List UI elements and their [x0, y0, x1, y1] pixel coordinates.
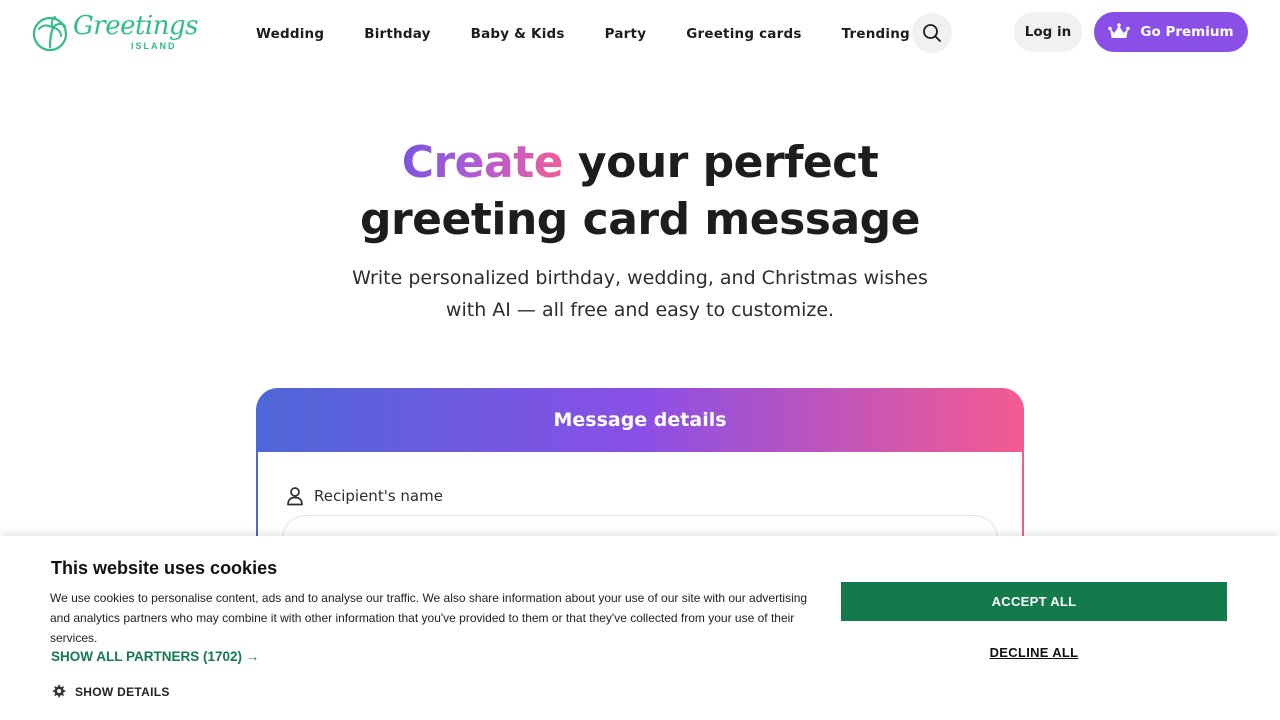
recipient-name-label: Recipient's name	[286, 486, 443, 506]
show-all-partners-link[interactable]: SHOW ALL PARTNERS (1702) →	[51, 649, 259, 664]
nav-item-wedding[interactable]: Wedding	[236, 26, 344, 42]
hero-title-line1-rest: your perfect	[563, 137, 879, 188]
show-details-label: SHOW DETAILS	[75, 684, 170, 699]
decline-all-button[interactable]: DECLINE ALL	[841, 640, 1227, 664]
person-icon	[287, 487, 303, 506]
search-button[interactable]	[912, 13, 952, 53]
greetings-island-logo[interactable]: Greetings ISLAND	[31, 11, 198, 54]
site-header: Greetings ISLAND Wedding Birthday Baby &…	[0, 0, 1280, 70]
cookie-banner: This website uses cookies We use cookies…	[0, 536, 1280, 720]
show-details-button[interactable]: SHOW DETAILS	[51, 684, 170, 699]
gear-icon	[52, 684, 66, 698]
hero-subtitle-line1: Write personalized birthday, wedding, an…	[352, 267, 928, 289]
cookie-title: This website uses cookies	[51, 558, 278, 578]
hero-subtitle-line2: with AI — all free and easy to customize…	[445, 299, 835, 321]
search-icon	[923, 24, 941, 42]
nav-item-party[interactable]: Party	[585, 26, 667, 42]
card-header: Message details	[553, 409, 727, 431]
palm-tree-logo-icon	[32, 16, 68, 52]
hero-title-highlight: Create	[401, 137, 564, 188]
logo-script-text: Greetings	[73, 11, 198, 41]
hero-title-line2: greeting card message	[359, 194, 921, 245]
nav-item-baby-kids[interactable]: Baby & Kids	[451, 26, 585, 42]
accept-all-button[interactable]: ACCEPT ALL	[841, 582, 1227, 621]
main-nav: Wedding Birthday Baby & Kids Party Greet…	[236, 14, 930, 54]
cookie-description: We use cookies to personalise content, a…	[50, 591, 808, 645]
go-premium-label: Go Premium	[1140, 24, 1234, 40]
nav-item-birthday[interactable]: Birthday	[344, 26, 450, 42]
hero-subtitle: Write personalized birthday, wedding, an…	[0, 262, 1280, 326]
logo-wordmark: Greetings ISLAND	[71, 11, 198, 53]
nav-item-greeting-cards[interactable]: Greeting cards	[666, 26, 821, 42]
crown-icon	[1108, 23, 1131, 38]
go-premium-button[interactable]: Go Premium	[1094, 12, 1248, 52]
logo-sub-text: ISLAND	[131, 41, 177, 51]
login-button[interactable]: Log in	[1014, 12, 1082, 52]
recipient-name-label-text: Recipient's name	[314, 487, 443, 505]
hero-title: Create your perfect greeting card messag…	[0, 134, 1280, 248]
decline-all-label: DECLINE ALL	[989, 644, 1079, 660]
